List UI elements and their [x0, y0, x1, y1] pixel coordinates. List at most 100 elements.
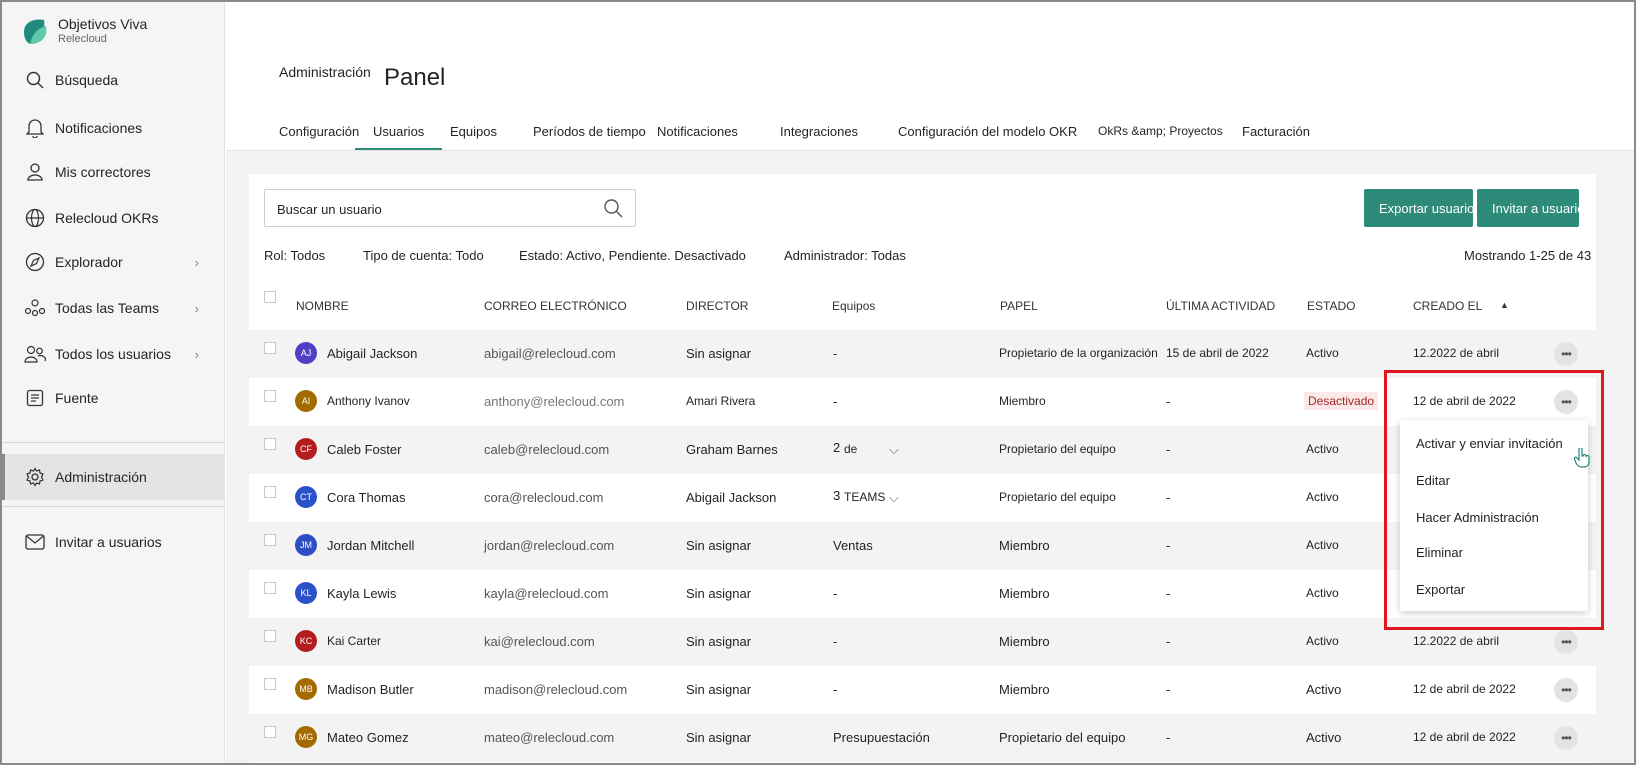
- table-row[interactable]: MG Mateo Gomez mateo@relecloud.com Sin a…: [249, 714, 1596, 762]
- row-checkbox[interactable]: [264, 678, 276, 690]
- user-name[interactable]: Jordan Mitchell: [327, 538, 414, 553]
- tab-facturacion[interactable]: Facturación: [1242, 124, 1310, 139]
- tab-configuracion[interactable]: Configuración: [279, 124, 359, 139]
- avatar: CT: [295, 486, 317, 508]
- chevron-down-icon[interactable]: ⌵: [889, 490, 899, 506]
- filter-state[interactable]: Estado: Activo, Pendiente. Desactivado: [519, 248, 746, 263]
- user-director: Sin asignar: [686, 682, 752, 697]
- row-checkbox[interactable]: [264, 486, 276, 498]
- user-director: Amari Rivera: [686, 394, 756, 408]
- sidebar-item-label: Todos los usuarios: [55, 346, 171, 362]
- user-role: Miembro: [999, 634, 1050, 649]
- more-options-icon[interactable]: •••: [1554, 678, 1578, 702]
- user-name[interactable]: Caleb Foster: [327, 442, 401, 457]
- highlight-box: [1384, 370, 1604, 630]
- avatar: JM: [295, 534, 317, 556]
- tab-okrs-proyectos[interactable]: OkRs &amp; Proyectos: [1098, 124, 1223, 138]
- sidebar-item-feed[interactable]: Fuente: [2, 376, 225, 420]
- row-checkbox[interactable]: [264, 438, 276, 450]
- sidebar-item-my-checkins[interactable]: Mis correctores: [2, 150, 225, 194]
- tab-notificaciones[interactable]: Notificaciones: [657, 124, 738, 139]
- user-email: cora@relecloud.com: [484, 490, 604, 505]
- sidebar-item-relecloud-okrs[interactable]: Relecloud OKRs: [2, 196, 225, 240]
- user-name[interactable]: Abigail Jackson: [327, 346, 417, 361]
- sidebar-item-invite-users[interactable]: Invitar a usuarios: [2, 520, 225, 564]
- filter-account-type[interactable]: Tipo de cuenta: Todo: [363, 248, 484, 263]
- user-created: 12.2022 de abril: [1413, 346, 1500, 360]
- tab-periodos[interactable]: Períodos de tiempo: [533, 124, 646, 139]
- column-header-name[interactable]: NOMBRE: [296, 299, 349, 313]
- more-options-icon[interactable]: •••: [1554, 342, 1578, 366]
- invite-users-button[interactable]: Invitar a usuarios: [1477, 189, 1579, 227]
- user-email: caleb@relecloud.com: [484, 442, 610, 457]
- sidebar-item-label: Administración: [55, 469, 147, 485]
- user-teams: -: [833, 634, 838, 649]
- user-director: Sin asignar: [686, 346, 752, 361]
- user-email: mateo@relecloud.com: [484, 730, 615, 745]
- row-checkbox[interactable]: [264, 390, 276, 402]
- column-header-last-activity[interactable]: ÚLTIMA ACTIVIDAD: [1166, 299, 1275, 313]
- sidebar-item-all-users[interactable]: Todos los usuarios ›: [2, 332, 225, 376]
- column-header-role[interactable]: PAPEL: [1000, 299, 1038, 313]
- user-director: Sin asignar: [686, 730, 752, 745]
- tab-usuarios[interactable]: Usuarios: [354, 124, 443, 150]
- sidebar-item-notifications[interactable]: Notificaciones: [2, 106, 225, 150]
- sidebar-item-search[interactable]: Búsqueda: [2, 58, 225, 102]
- filter-role[interactable]: Rol: Todos: [264, 248, 325, 263]
- sort-ascending-icon[interactable]: ▲: [1500, 300, 1509, 310]
- more-options-icon[interactable]: •••: [1554, 726, 1578, 750]
- row-checkbox[interactable]: [264, 534, 276, 546]
- user-role: Propietario del equipo: [999, 490, 1116, 504]
- tab-equipos[interactable]: Equipos: [450, 124, 497, 139]
- user-state: Activo: [1306, 634, 1339, 648]
- globe-icon: [24, 207, 46, 229]
- user-name[interactable]: Kayla Lewis: [327, 586, 396, 601]
- user-teams: -: [833, 394, 838, 409]
- sidebar-item-label: Invitar a usuarios: [55, 534, 162, 550]
- export-users-button[interactable]: Exportar usuarios: [1364, 189, 1473, 227]
- select-all-checkbox[interactable]: [264, 291, 276, 303]
- search-icon[interactable]: [603, 198, 623, 223]
- user-last-activity: 15 de abril de 2022: [1166, 346, 1269, 360]
- user-director: Graham Barnes: [686, 442, 778, 457]
- sidebar-divider: [2, 442, 225, 443]
- search-icon: [24, 69, 46, 91]
- user-name[interactable]: Anthony Ivanov: [327, 394, 410, 408]
- chevron-down-icon[interactable]: ⌵: [889, 442, 899, 458]
- page-title: Panel: [384, 64, 446, 91]
- search-input[interactable]: Buscar un usuario: [264, 189, 636, 227]
- user-teams: -: [833, 346, 838, 361]
- table-row[interactable]: MB Madison Butler madison@relecloud.com …: [249, 666, 1596, 714]
- brand[interactable]: Objetivos Viva Relecloud: [18, 14, 147, 48]
- user-state: Activo: [1306, 490, 1339, 504]
- column-header-email[interactable]: CORREO ELECTRÓNICO: [484, 299, 627, 313]
- user-teams: -: [833, 682, 838, 697]
- row-checkbox[interactable]: [264, 726, 276, 738]
- avatar: CF: [295, 438, 317, 460]
- chevron-right-icon: ›: [194, 300, 199, 316]
- compass-icon: [24, 251, 46, 273]
- avatar: MG: [295, 726, 317, 748]
- row-checkbox[interactable]: [264, 582, 276, 594]
- filter-admin[interactable]: Administrador: Todas: [784, 248, 906, 263]
- user-name[interactable]: Cora Thomas: [327, 490, 406, 505]
- column-header-created[interactable]: CREADO EL: [1413, 299, 1482, 313]
- row-checkbox[interactable]: [264, 630, 276, 642]
- sidebar-item-admin[interactable]: Administración: [2, 454, 225, 500]
- column-header-teams[interactable]: Equipos: [832, 299, 875, 313]
- sidebar-item-explorer[interactable]: Explorador ›: [2, 240, 225, 284]
- user-role: Propietario del equipo: [999, 442, 1116, 456]
- user-created: 12.2022 de abril: [1413, 634, 1500, 648]
- user-name[interactable]: Madison Butler: [327, 682, 414, 697]
- tab-configuracion-okr[interactable]: Configuración del modelo OKR: [898, 124, 1077, 139]
- sidebar-item-label: Mis correctores: [55, 164, 151, 180]
- tab-integraciones[interactable]: Integraciones: [780, 124, 858, 139]
- status-badge: Desactivado: [1304, 392, 1379, 410]
- user-name[interactable]: Mateo Gomez: [327, 730, 409, 745]
- column-header-state[interactable]: ESTADO: [1307, 299, 1355, 313]
- user-name[interactable]: Kai Carter: [327, 634, 381, 648]
- sidebar-item-all-teams[interactable]: Todas las Teams ›: [2, 286, 225, 330]
- row-checkbox[interactable]: [264, 342, 276, 354]
- column-header-director[interactable]: DIRECTOR: [686, 299, 748, 313]
- more-options-icon[interactable]: •••: [1554, 630, 1578, 654]
